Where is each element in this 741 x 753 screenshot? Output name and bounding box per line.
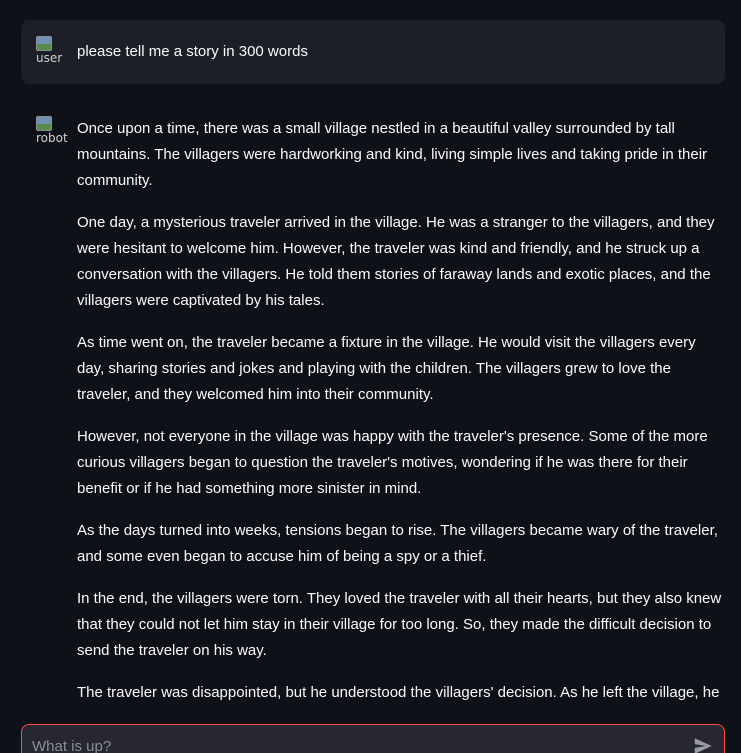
- story-paragraph: One day, a mysterious traveler arrived i…: [77, 214, 715, 309]
- assistant-avatar-alt-text: robot: [36, 131, 68, 145]
- story-paragraph: As time went on, the traveler became a f…: [77, 334, 696, 403]
- chat-message-list[interactable]: user please tell me a story in 300 words…: [0, 0, 741, 712]
- send-button[interactable]: [692, 735, 714, 753]
- scroll-fade: [0, 700, 741, 712]
- story-paragraph: In the end, the villagers were torn. The…: [77, 590, 722, 659]
- user-message: user please tell me a story in 300 words: [21, 20, 725, 84]
- assistant-message-body: Once upon a time, there was a small vill…: [77, 116, 727, 712]
- assistant-avatar: robot: [36, 116, 68, 148]
- chat-input-container[interactable]: [21, 724, 725, 753]
- user-avatar-alt-text: user: [36, 51, 63, 65]
- user-message-text: please tell me a story in 300 words: [77, 43, 308, 60]
- send-icon: [694, 738, 712, 753]
- chat-app: user please tell me a story in 300 words…: [0, 0, 741, 753]
- story-paragraph: Once upon a time, there was a small vill…: [77, 120, 708, 189]
- chat-input[interactable]: [30, 733, 674, 753]
- user-avatar: user: [36, 36, 68, 68]
- story-paragraph: As the days turned into weeks, tensions …: [77, 522, 718, 565]
- broken-image-icon: [36, 36, 52, 51]
- story-paragraph: However, not everyone in the village was…: [77, 428, 708, 497]
- broken-image-icon: [36, 116, 52, 131]
